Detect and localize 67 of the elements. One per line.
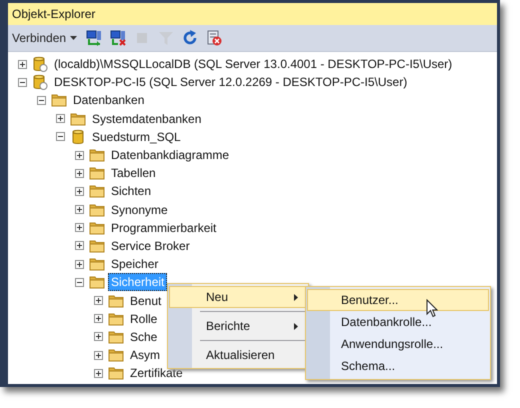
folder-icon xyxy=(108,292,124,309)
folder-icon xyxy=(89,256,105,272)
menu-item-label: Neu xyxy=(206,290,230,304)
folder-icon xyxy=(89,238,105,254)
folder-icon xyxy=(89,202,105,218)
menu-item[interactable]: Datenbankrolle... xyxy=(307,311,489,333)
tree-item[interactable]: Datenbanken xyxy=(70,91,148,110)
folder-icon xyxy=(89,274,105,290)
tree-item[interactable]: Sichten xyxy=(108,182,154,200)
folder-icon xyxy=(108,347,124,364)
tree-item[interactable]: Rolle xyxy=(127,310,160,328)
database-icon xyxy=(70,128,86,145)
folder-icon xyxy=(108,328,124,345)
menu-item[interactable]: Anwendungsrolle... xyxy=(307,333,489,355)
menu-item-label: Aktualisieren xyxy=(206,348,276,362)
folder-icon xyxy=(89,183,105,200)
tree-item[interactable]: Zertifikate xyxy=(127,364,186,382)
expand-icon[interactable] xyxy=(94,368,103,378)
menu-item[interactable]: Neu xyxy=(169,286,307,308)
tree-item[interactable]: Sche xyxy=(127,328,160,346)
tree-item[interactable]: Asym xyxy=(127,346,163,364)
expand-icon[interactable] xyxy=(75,223,84,232)
tree-item[interactable]: Suedsturm_SQL xyxy=(89,128,184,146)
folder-icon xyxy=(89,147,105,164)
menu-item[interactable]: Schema... xyxy=(307,355,489,377)
tree-item[interactable]: Programmierbarkeit xyxy=(108,218,220,237)
expand-icon[interactable] xyxy=(18,60,27,69)
expand-icon[interactable] xyxy=(75,241,84,250)
mouse-pointer-icon xyxy=(426,299,438,318)
folder-icon xyxy=(108,310,124,327)
server-icon xyxy=(32,56,48,72)
folder-icon xyxy=(89,220,105,236)
folder-icon xyxy=(51,92,67,108)
expand-icon[interactable] xyxy=(75,260,84,269)
tree-item[interactable]: (localdb)\MSSQLLocalDB (SQL Server 13.0.4001 - DESKTOP-PC-I5\User) xyxy=(51,55,456,74)
folder-icon xyxy=(89,165,105,182)
folder-icon xyxy=(108,365,124,382)
expand-icon[interactable] xyxy=(94,314,103,324)
expand-icon[interactable] xyxy=(56,114,65,124)
expand-icon[interactable] xyxy=(94,296,103,306)
caret-icon xyxy=(70,36,78,40)
expand-icon[interactable] xyxy=(75,186,84,196)
folder-icon xyxy=(70,110,86,127)
panel-title: Objekt-Explorer xyxy=(8,3,497,25)
tree-item[interactable]: Tabellen xyxy=(108,164,159,182)
tree-item[interactable]: Datenbankdiagramme xyxy=(108,146,232,164)
collapse-icon[interactable] xyxy=(75,278,84,287)
menu-item[interactable]: Benutzer... xyxy=(307,289,489,311)
tree-item[interactable]: Benut xyxy=(127,292,164,310)
expand-icon[interactable] xyxy=(75,205,84,214)
expand-icon[interactable] xyxy=(75,150,84,160)
server-icon xyxy=(32,74,48,90)
expand-icon[interactable] xyxy=(94,350,103,360)
collapse-icon[interactable] xyxy=(37,96,46,105)
collapse-icon[interactable] xyxy=(18,78,27,87)
menu-item[interactable]: Aktualisieren xyxy=(169,344,307,366)
expand-icon[interactable] xyxy=(75,168,84,178)
tree-item[interactable]: Speicher xyxy=(108,255,162,274)
tree-item[interactable]: DESKTOP-PC-I5 (SQL Server 12.0.2269 - DESKTOP-PC-I5\User) xyxy=(51,73,410,92)
tree-item[interactable]: Synonyme xyxy=(108,200,171,219)
menu-item-label: Berichte xyxy=(206,319,252,333)
menu-item[interactable]: Berichte xyxy=(169,315,307,337)
collapse-icon[interactable] xyxy=(56,132,65,142)
tree-item[interactable]: Service Broker xyxy=(108,236,193,255)
tree-item[interactable]: Systemdatenbanken xyxy=(89,110,204,128)
connect-button[interactable]: Verbinden xyxy=(12,31,78,45)
expand-icon[interactable] xyxy=(94,332,103,342)
